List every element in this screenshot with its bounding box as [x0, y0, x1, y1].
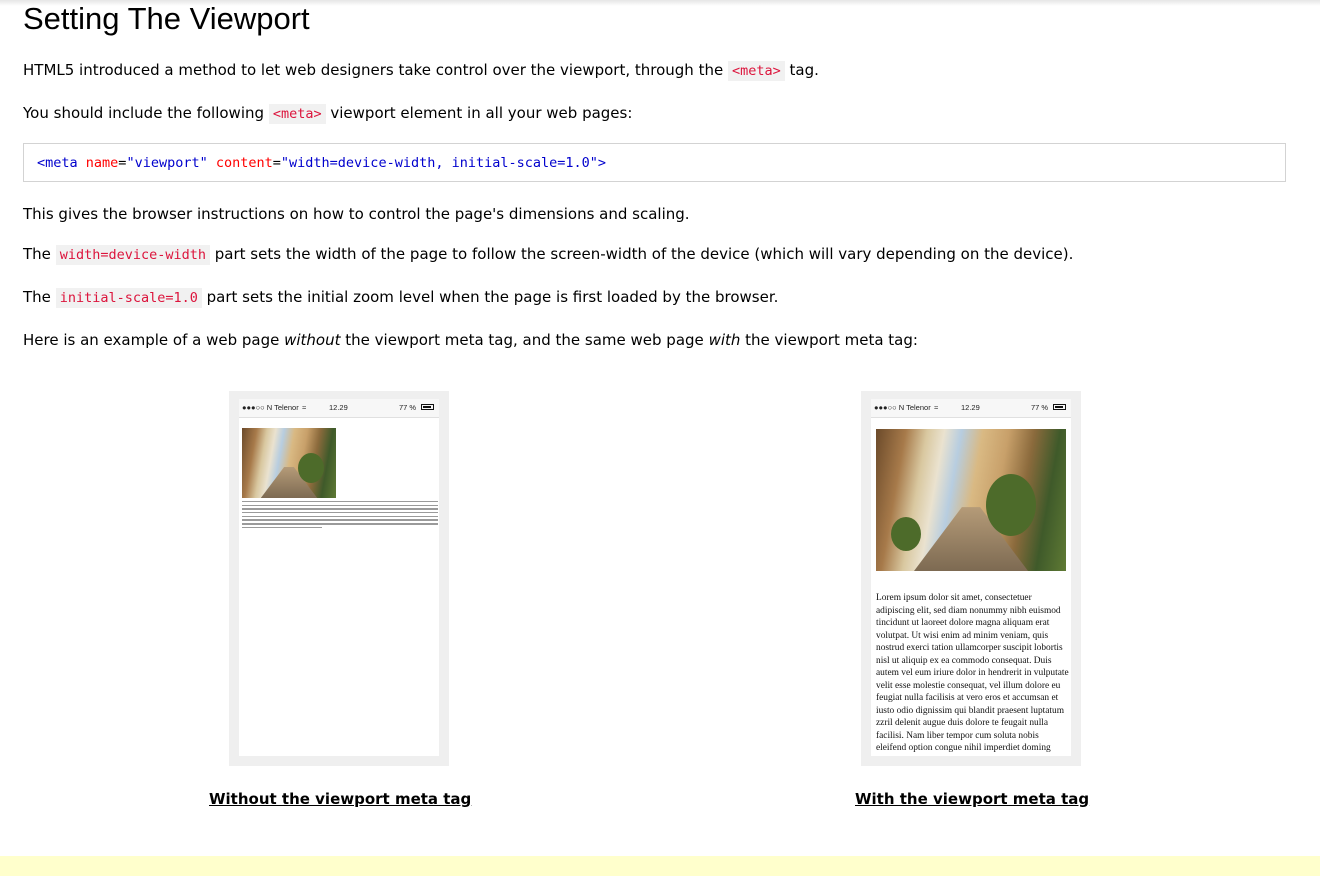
code-val-viewport: "viewport": [126, 155, 208, 171]
with-emphasis: with: [708, 331, 741, 349]
battery-icon: [421, 404, 434, 410]
battery-icon: [1053, 404, 1066, 410]
tiny-line: [242, 512, 438, 514]
scale-text-b: part sets the initial zoom level when th…: [206, 288, 779, 306]
example-text-a: Here is an example of a web page: [23, 331, 280, 349]
photo-plant: [891, 517, 922, 552]
code-example-line: <meta name="viewport" content="width=dev…: [37, 155, 607, 171]
carrier-label: ●●●○○ N Telenor: [874, 403, 931, 412]
status-separator: [239, 417, 439, 418]
intro-paragraph: HTML5 introduced a method to let web des…: [23, 60, 819, 81]
code-attr-name: name: [85, 155, 119, 171]
code-tag-open: <meta: [37, 155, 78, 171]
include-text-a: You should include the following: [23, 104, 265, 122]
time-label: 12.29: [329, 403, 348, 412]
tiny-line: [242, 504, 438, 507]
width-code: width=device-width: [55, 245, 210, 265]
tiny-line: [242, 526, 322, 529]
photo-plant: [298, 452, 325, 483]
carrier-label: ●●●○○ N Telenor: [242, 403, 299, 412]
scale-paragraph: The initial-scale=1.0 part sets the init…: [23, 287, 778, 308]
phone-body-text: Lorem ipsum dolor sit amet, consectetuer…: [876, 593, 1069, 753]
time-label: 12.29: [961, 403, 980, 412]
tiny-line: [242, 508, 438, 510]
note-box-top: [0, 856, 1320, 876]
instructions-paragraph: This gives the browser instructions on h…: [23, 205, 690, 223]
scale-code: initial-scale=1.0: [55, 288, 202, 308]
tiny-line: [242, 501, 438, 503]
scale-text-a: The: [23, 288, 51, 306]
tiny-line: [242, 515, 438, 518]
code-val-content: "width=device-width, initial-scale=1.0": [280, 155, 598, 171]
example-text-c: the viewport meta tag:: [745, 331, 918, 349]
include-text-b: viewport element in all your web pages:: [330, 104, 633, 122]
wifi-icon: ≈: [302, 403, 307, 412]
street-photo-large: [876, 429, 1066, 571]
wifi-icon: ≈: [934, 403, 939, 412]
intro-text-b: tag.: [789, 61, 819, 79]
phone-status-bar: ●●●○○ N Telenor ≈ 12.29 77 %: [239, 399, 439, 417]
tiny-line: [242, 523, 438, 525]
example-text-b: the viewport meta tag, and the same web …: [345, 331, 704, 349]
tiny-unscaled-text: [242, 501, 438, 531]
phone-status-bar: ●●●○○ N Telenor ≈ 12.29 77 %: [871, 399, 1071, 417]
intro-text-a: HTML5 introduced a method to let web des…: [23, 61, 724, 79]
example-paragraph: Here is an example of a web page without…: [23, 330, 918, 350]
width-paragraph: The width=device-width part sets the wid…: [23, 244, 1073, 265]
code-example-box: <meta name="viewport" content="width=dev…: [23, 143, 1286, 182]
battery-label: 77 %: [1031, 403, 1049, 412]
code-tag-close: >: [597, 155, 607, 171]
phone-screen: ●●●○○ N Telenor ≈ 12.29 77 % Lorem ipsum…: [871, 399, 1071, 756]
width-text-b: part sets the width of the page to follo…: [214, 245, 1074, 263]
caption-without-viewport[interactable]: Without the viewport meta tag: [209, 789, 471, 809]
phone-without-viewport: ●●●○○ N Telenor ≈ 12.29 77 %: [229, 391, 449, 766]
meta-code: <meta>: [727, 61, 785, 81]
street-photo-small: [242, 428, 336, 498]
status-separator: [871, 417, 1071, 418]
caption-with-viewport[interactable]: With the viewport meta tag: [855, 789, 1089, 809]
include-paragraph: You should include the following <meta> …: [23, 103, 632, 124]
without-emphasis: without: [284, 331, 341, 349]
meta-code: <meta>: [268, 104, 326, 124]
photo-plant: [986, 474, 1037, 537]
page-title: Setting The Viewport: [23, 1, 310, 36]
phone-screen: ●●●○○ N Telenor ≈ 12.29 77 %: [239, 399, 439, 756]
phone-with-viewport: ●●●○○ N Telenor ≈ 12.29 77 % Lorem ipsum…: [861, 391, 1081, 766]
width-text-a: The: [23, 245, 51, 263]
code-attr-content: content: [215, 155, 273, 171]
tiny-line: [242, 519, 438, 521]
battery-label: 77 %: [399, 403, 417, 412]
